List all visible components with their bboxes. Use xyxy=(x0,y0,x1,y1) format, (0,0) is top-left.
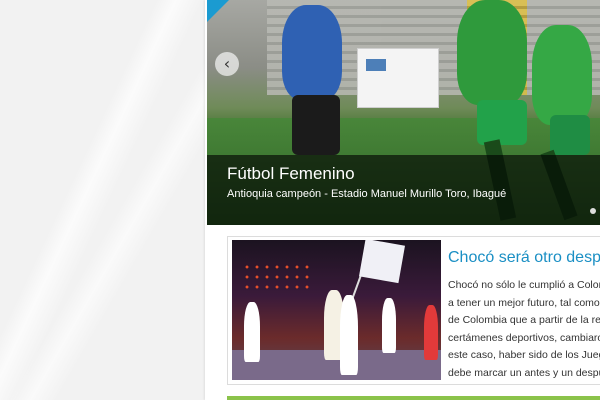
article-title[interactable]: Chocó será otro despue xyxy=(448,249,600,267)
player-green-right-shorts xyxy=(550,115,590,155)
slide-subtitle: Antioquia campeón - Estadio Manuel Muril… xyxy=(227,188,507,200)
flag-image xyxy=(359,240,405,284)
page-background xyxy=(0,0,205,400)
player-green xyxy=(457,0,527,105)
excerpt-line: de Colombia que a partir de la real xyxy=(448,314,600,327)
slide-caption: Fútbol Femenino Antioquia campeón - Esta… xyxy=(207,155,600,225)
player-blue xyxy=(282,5,342,100)
main-content: ‹ Fútbol Femenino Antioquia campeón - Es… xyxy=(205,0,600,400)
chevron-left-icon[interactable]: ‹ xyxy=(215,52,239,76)
player-blue-shorts xyxy=(292,95,340,155)
ambulance-image xyxy=(357,48,439,108)
excerpt-line: debe marcar un antes y un despué xyxy=(448,366,600,379)
slide-indicator-dot[interactable] xyxy=(590,208,596,214)
article-thumbnail[interactable] xyxy=(232,240,441,380)
slide-title[interactable]: Fútbol Femenino xyxy=(227,164,355,184)
player-green-right xyxy=(532,25,592,125)
photo-slider[interactable]: ‹ Fútbol Femenino Antioquia campeón - Es… xyxy=(207,0,600,225)
next-card-top-border xyxy=(227,396,600,400)
article-excerpt: Chocó no sólo le cumplió a Colomb a tene… xyxy=(448,277,600,383)
excerpt-line: a tener un mejor futuro, tal como ha xyxy=(448,296,600,309)
corner-tag xyxy=(207,0,229,22)
article-card[interactable]: Chocó será otro despue Chocó no sólo le … xyxy=(227,236,600,385)
excerpt-line: certámenes deportivos, cambiaron xyxy=(448,331,600,344)
excerpt-line: este caso, haber sido de los Juego xyxy=(448,349,600,362)
excerpt-line: Chocó no sólo le cumplió a Colomb xyxy=(448,279,600,291)
player-green-shorts xyxy=(477,100,527,145)
